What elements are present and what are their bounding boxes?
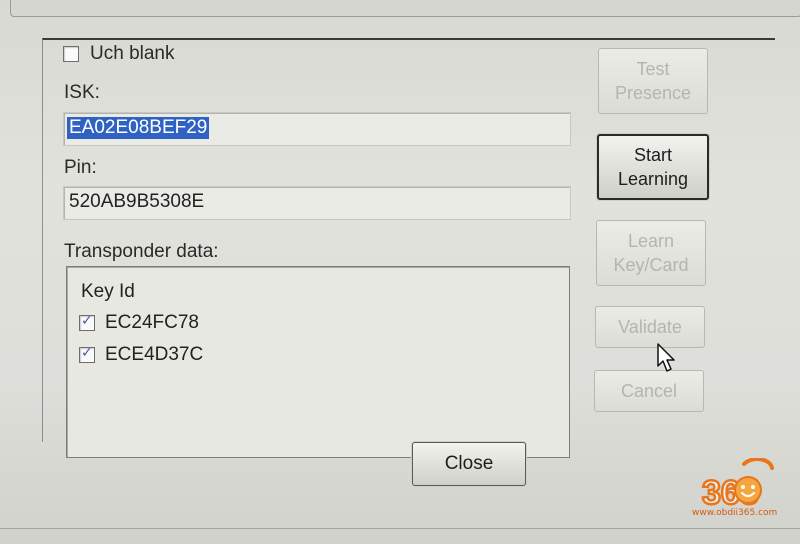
watermark-url: www.obdii365.com [692,508,778,518]
pin-label: Pin: [64,157,97,178]
validate-label: Validate [618,317,682,337]
learn-key-card-label-line2: Key/Card [613,255,689,275]
transponder-data-label: Transponder data: [64,241,219,262]
window-frame-top [10,0,800,17]
cancel-button[interactable]: Cancel [594,370,704,412]
learn-key-card-button[interactable]: Learn Key/Card [596,220,706,286]
transponder-list[interactable]: Key Id EC24FC78 ECE4D37C [66,266,570,458]
mouse-pointer-icon [657,343,675,372]
test-presence-button[interactable]: Test Presence [598,48,708,114]
isk-value: EA02E08BEF29 [67,117,210,139]
key-id-column-header: Key Id [81,281,135,302]
isk-field[interactable]: EA02E08BEF29 [63,112,571,146]
list-item: EC24FC78 [105,312,199,333]
validate-button[interactable]: Validate [595,306,705,348]
uch-blank-label: Uch blank [90,43,175,64]
pin-field[interactable]: 520AB9B5308E [63,186,571,220]
start-learning-button[interactable]: Start Learning [597,134,709,200]
list-item: ECE4D37C [105,344,204,365]
start-learning-label-line1: Start [633,145,672,165]
bottom-divider [0,528,800,529]
test-presence-label-line2: Presence [614,83,692,103]
learn-key-card-label-line1: Learn [627,231,675,251]
key-checkbox[interactable] [79,345,95,363]
cancel-label: Cancel [620,381,678,401]
isk-label: ISK: [64,82,100,103]
uch-blank-checkbox[interactable] [63,46,79,62]
start-learning-label-line2: Learning [617,169,689,189]
dialog-window: Uch blank ISK: EA02E08BEF29 Pin: 520AB9B… [0,0,800,544]
test-presence-label-line1: Test [636,59,670,79]
key-checkbox[interactable] [79,313,95,331]
close-button[interactable]: Close [412,442,526,486]
pin-value: 520AB9B5308E [69,191,205,212]
close-label: Close [444,453,494,474]
